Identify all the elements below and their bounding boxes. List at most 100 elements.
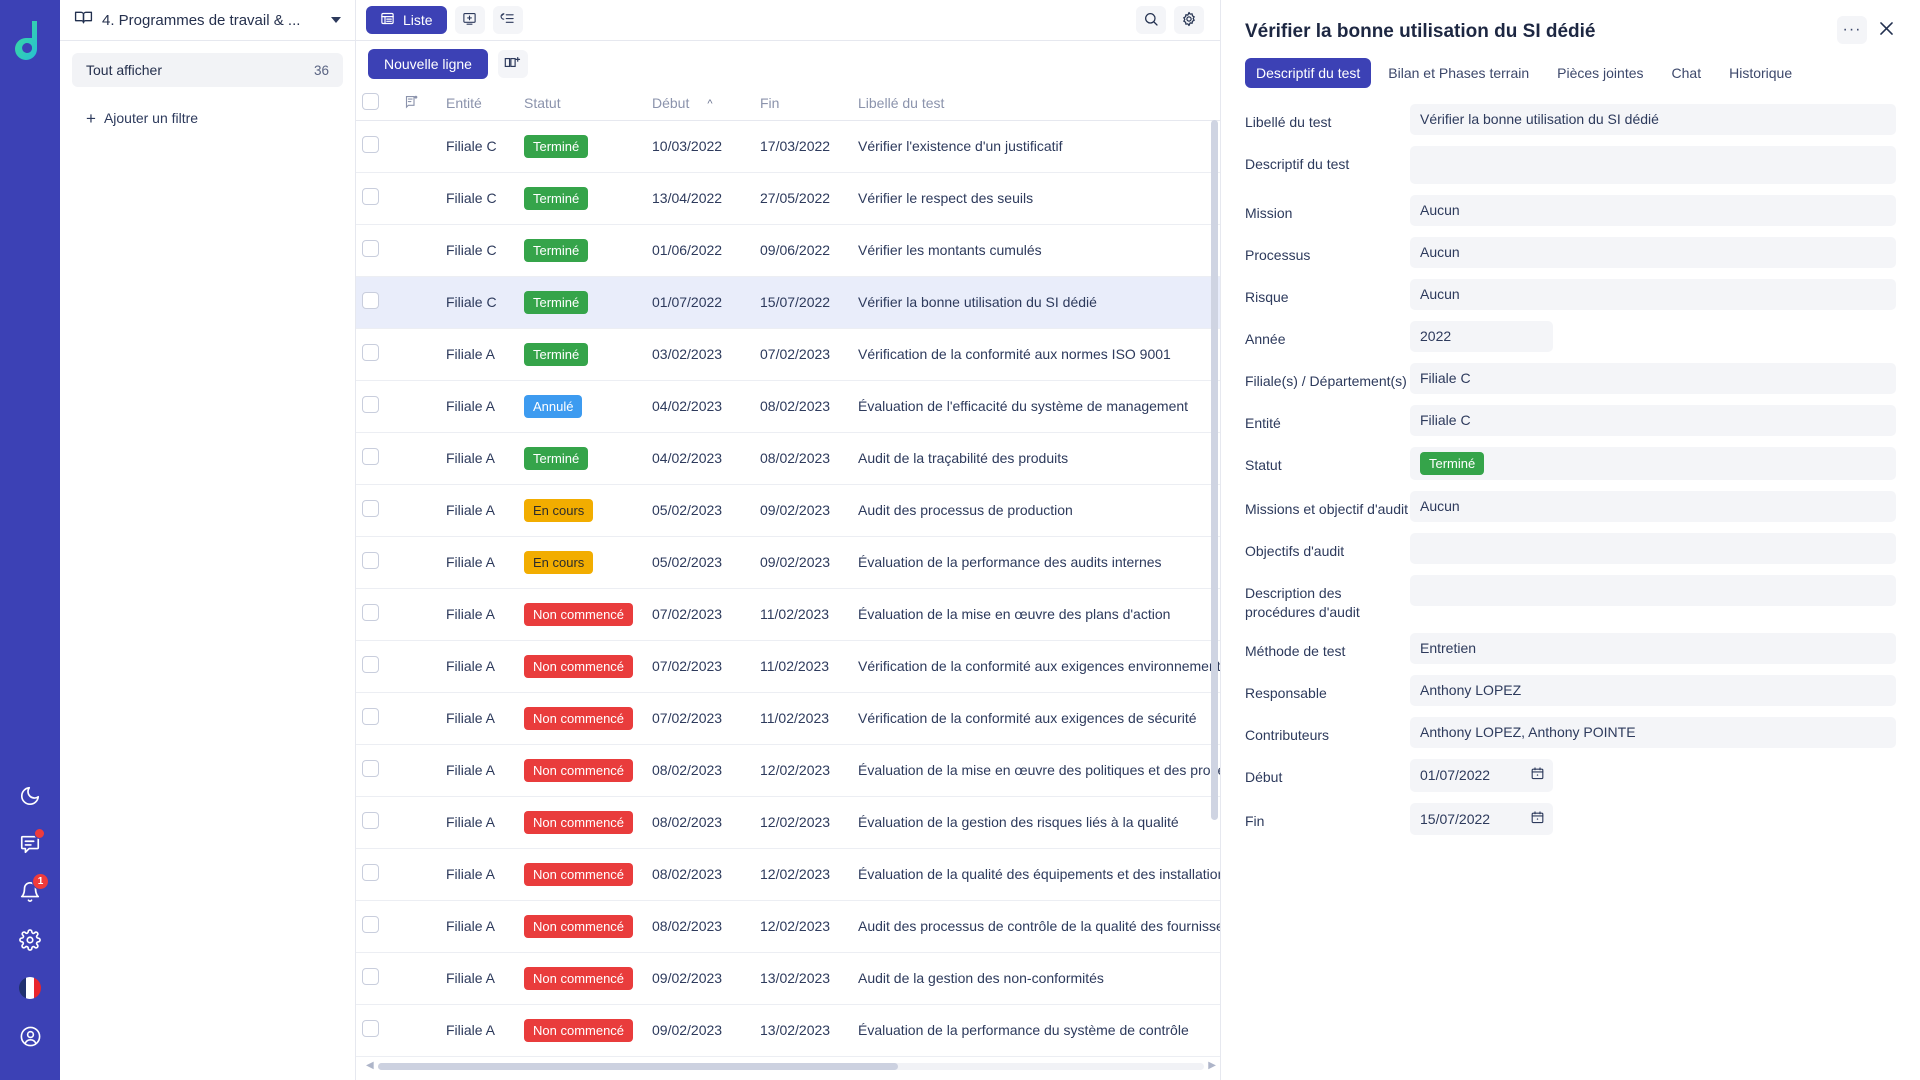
table-row[interactable]: Filiale C Terminé 13/04/2022 27/05/2022 Véri… [356,172,1220,225]
gear-icon [1181,11,1197,30]
scroll-left-arrow-icon[interactable]: ◀ [366,1061,374,1071]
row-checkbox[interactable] [362,968,379,985]
calendar-icon[interactable] [1530,766,1545,785]
row-checkbox[interactable] [362,344,379,361]
add-view-button[interactable] [454,6,485,34]
field-value[interactable]: Aucun [1410,491,1896,522]
select-all-checkbox[interactable] [362,92,379,110]
field-value[interactable]: Aucun [1410,237,1896,268]
language-button[interactable] [10,968,50,1008]
datakeen-logo[interactable] [8,18,52,70]
horizontal-scroll-track[interactable] [377,1062,1205,1070]
new-row-button[interactable]: Nouvelle ligne [368,48,488,79]
close-panel-button[interactable] [1877,19,1896,41]
detail-tab[interactable]: Descriptif du test [1245,58,1372,88]
chevron-down-icon[interactable] [331,17,341,23]
row-checkbox[interactable] [362,552,379,569]
row-checkbox[interactable] [362,656,379,673]
field-value[interactable]: Terminé [1410,447,1896,480]
field-value[interactable]: Filiale C [1410,405,1896,436]
table-row[interactable]: Filiale A Non commencé 09/02/2023 13/02/202… [356,1004,1220,1057]
row-checkbox[interactable] [362,864,379,881]
dark-mode-toggle[interactable] [10,776,50,816]
table-row[interactable]: Filiale A En cours 05/02/2023 09/02/2023 Éva… [356,536,1220,589]
add-column-button[interactable] [497,49,528,78]
settings-button[interactable] [10,920,50,960]
horizontal-scroll-thumb[interactable] [377,1062,899,1070]
row-checkbox[interactable] [362,396,379,413]
field-value[interactable] [1410,533,1896,564]
date-field[interactable]: 01/07/2022 [1410,758,1553,792]
table-row[interactable]: Filiale A Non commencé 08/02/2023 12/02/202… [356,744,1220,797]
table-row[interactable]: Filiale A Non commencé 09/02/2023 13/02/202… [356,952,1220,1005]
column-header-entite[interactable]: Entité [440,86,518,121]
account-button[interactable] [10,1016,50,1056]
notifications-button[interactable]: 1 [10,872,50,912]
field-value[interactable]: Anthony LOPEZ [1410,674,1896,706]
row-checkbox[interactable] [362,708,379,725]
field-value[interactable] [1410,146,1896,184]
row-checkbox[interactable] [362,500,379,517]
search-button[interactable] [1136,6,1166,34]
row-statut: Terminé [518,172,646,225]
row-debut: 07/02/2023 [646,640,754,693]
scroll-right-arrow-icon[interactable]: ▶ [1208,1061,1216,1071]
field-value[interactable] [1410,575,1896,606]
detail-tab[interactable]: Chat [1661,58,1713,88]
table-row[interactable]: Filiale A En cours 05/02/2023 09/02/2023 Aud… [356,484,1220,537]
row-checkbox[interactable] [362,292,379,309]
row-checkbox[interactable] [362,240,379,257]
table-horizontal-scrollbar[interactable]: ◀ ▶ [366,1060,1216,1072]
row-checkbox[interactable] [362,1020,379,1037]
field-value[interactable]: Filiale C [1410,363,1896,394]
column-header-debut[interactable]: Début ^ [646,86,754,121]
column-header-fin[interactable]: Fin [754,86,852,121]
row-checkbox[interactable] [362,812,379,829]
table-row[interactable]: Filiale A Non commencé 08/02/2023 12/02/202… [356,848,1220,901]
table-row[interactable]: Filiale A Terminé 04/02/2023 08/02/2023 Audi… [356,432,1220,485]
filter-show-all[interactable]: Tout afficher 36 [72,53,343,87]
messages-button[interactable] [10,824,50,864]
detail-tab[interactable]: Bilan et Phases terrain [1377,58,1540,88]
row-checkbox[interactable] [362,448,379,465]
row-checkbox[interactable] [362,136,379,153]
table-row[interactable]: Filiale A Non commencé 08/02/2023 12/02/202… [356,796,1220,849]
table-row[interactable]: Filiale A Non commencé 08/02/2023 12/02/202… [356,900,1220,953]
table-row[interactable]: Filiale A Non commencé 07/02/2023 11/02/202… [356,640,1220,693]
field-value[interactable]: 2022 [1410,321,1553,352]
add-filter-button[interactable]: + Ajouter un filtre [72,105,343,131]
detail-tab[interactable]: Historique [1718,58,1803,88]
field-value[interactable]: Anthony LOPEZ, Anthony POINTE [1410,716,1896,748]
workspace-selector[interactable]: 4. Programmes de travail & ... [60,0,355,41]
detail-tabs: Descriptif du test Bilan et Phases terrai… [1221,44,1920,88]
field-value[interactable]: Aucun [1410,279,1896,310]
field-value[interactable]: Aucun [1410,195,1896,226]
table-row[interactable]: Filiale A Terminé 03/02/2023 07/02/2023 Véri… [356,328,1220,381]
field-label: Risque [1245,289,1289,305]
table-row[interactable]: Filiale C Terminé 01/06/2022 09/06/2022 Véri… [356,224,1220,277]
table-row[interactable]: Filiale A Non commencé 07/02/2023 11/02/202… [356,692,1220,745]
row-checkbox[interactable] [362,188,379,205]
column-header-libelle[interactable]: Libellé du test [852,86,1220,121]
table-row[interactable]: Filiale C Terminé 01/07/2022 15/07/2022 Véri… [356,276,1220,329]
row-checkbox[interactable] [362,760,379,777]
row-entite: Filiale A [440,484,518,537]
date-field[interactable]: 15/07/2022 [1410,802,1553,836]
vertical-scroll-thumb[interactable] [1211,120,1218,820]
calendar-icon[interactable] [1530,810,1545,829]
table-row[interactable]: Filiale C Terminé 10/03/2022 17/03/2022 Véri… [356,120,1220,173]
app-settings-button[interactable] [1174,6,1204,34]
field-value[interactable]: Entretien [1410,632,1896,664]
table-row[interactable]: Filiale A Annulé 04/02/2023 08/02/2023 Évalu… [356,380,1220,433]
field-value[interactable]: Vérifier la bonne utilisation du SI dédi… [1410,104,1896,135]
group-rows-button[interactable] [492,6,523,34]
view-liste-button[interactable]: Liste [366,6,447,34]
table-vertical-scrollbar[interactable] [1211,120,1218,1054]
detail-tab[interactable]: Pièces jointes [1546,58,1654,88]
row-checkbox[interactable] [362,604,379,621]
column-header-statut[interactable]: Statut [518,86,646,121]
table-row[interactable]: Filiale A Non commencé 07/02/2023 11/02/202… [356,588,1220,641]
record-more-button[interactable]: ··· [1837,16,1867,44]
add-column-icon [504,55,521,73]
row-checkbox[interactable] [362,916,379,933]
